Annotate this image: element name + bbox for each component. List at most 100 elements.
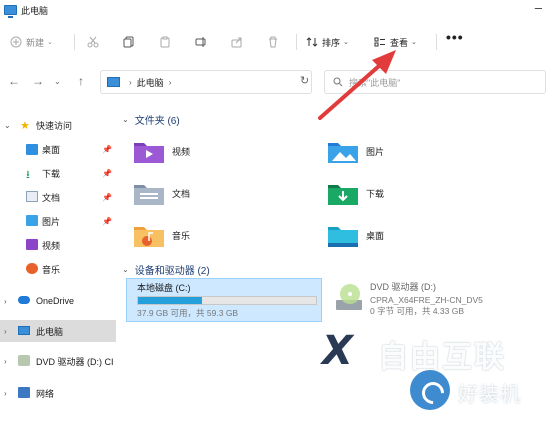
- folder-desktop[interactable]: 桌面: [326, 218, 506, 252]
- pin-icon[interactable]: 📌: [102, 193, 112, 202]
- search-input[interactable]: 搜索"此电脑": [324, 70, 546, 94]
- copy-button[interactable]: [118, 29, 140, 55]
- sidebar-item-desktop[interactable]: 桌面 📌: [0, 138, 116, 160]
- folder-videos[interactable]: 视频: [132, 134, 312, 168]
- sidebar-item-pictures[interactable]: 图片 📌: [0, 210, 116, 232]
- this-pc-icon: [4, 5, 17, 18]
- drive-name: 本地磁盘 (C:): [137, 283, 191, 293]
- view-list-icon: [374, 37, 385, 47]
- music-icon: [26, 263, 38, 274]
- music-folder-icon: [134, 227, 164, 247]
- forward-arrow-icon[interactable]: →: [32, 74, 44, 88]
- drive-name: DVD 驱动器 (D:): [370, 282, 436, 292]
- sort-button[interactable]: 排序 ⌄: [306, 29, 349, 55]
- pin-icon[interactable]: 📌: [102, 169, 112, 178]
- folder-pictures[interactable]: 图片: [326, 134, 506, 168]
- chevron-right-icon: ›: [168, 77, 172, 87]
- clipboard-icon: [160, 36, 170, 48]
- share-button[interactable]: [226, 29, 248, 55]
- sort-label: 排序: [322, 37, 341, 48]
- documents-folder-icon: [134, 185, 164, 205]
- navigation-bar: ← → ⌄ ↑ › 此电脑 › ↻ 搜索"此电脑": [0, 64, 548, 100]
- drive-info: DVD 驱动器 (D:) CPRA_X64FRE_ZH-CN_DV5 0 字节 …: [370, 280, 483, 317]
- more-options-button[interactable]: •••: [446, 29, 464, 45]
- sidebar-item-label: 网络: [36, 388, 55, 399]
- folder-label: 文档: [172, 188, 191, 199]
- sidebar-item-music[interactable]: 音乐: [0, 258, 116, 280]
- close-icon[interactable]: –: [535, 0, 542, 15]
- chevron-right-icon: ›: [129, 77, 132, 87]
- drive-usage-fill: [138, 297, 203, 304]
- drive-space-detail: 0 字节 可用，共 4.33 GB: [370, 306, 464, 316]
- title-bar: 此电脑 –: [0, 0, 548, 20]
- address-bar[interactable]: › 此电脑 ›: [100, 70, 312, 94]
- drives-group-header[interactable]: ⌄ 设备和驱动器 (2): [122, 262, 210, 277]
- file-view: ⌄ 文件夹 (6) 视频 图片 文档 下载 音乐 桌面 ⌄ 设备和驱动器 (2)…: [118, 100, 548, 422]
- sidebar-item-label: OneDrive: [36, 296, 75, 306]
- toolbar-divider: [74, 34, 75, 50]
- sidebar-item-network[interactable]: › 网络: [0, 382, 116, 404]
- refresh-icon[interactable]: ↻: [300, 74, 309, 87]
- new-button[interactable]: 新建 ⌄: [10, 29, 53, 55]
- videos-folder-icon: [134, 143, 164, 163]
- chevron-right-icon: ›: [4, 326, 7, 336]
- recent-dropdown-icon[interactable]: ⌄: [54, 77, 61, 86]
- view-button[interactable]: 查看 ⌄: [374, 29, 417, 55]
- toolbar-divider: [296, 34, 297, 50]
- share-icon: [231, 37, 242, 48]
- folder-label: 视频: [172, 146, 191, 157]
- chevron-down-icon: ⌄: [122, 115, 129, 124]
- sidebar-item-onedrive[interactable]: › OneDrive: [0, 290, 116, 312]
- sidebar-item-label: 下载: [42, 168, 61, 179]
- sidebar-item-label: 桌面: [42, 144, 61, 155]
- back-arrow-icon[interactable]: ←: [8, 74, 20, 88]
- drives-header-label: 设备和驱动器 (2): [134, 266, 210, 277]
- download-icon: ⭳: [26, 169, 30, 181]
- sidebar-item-quick-access[interactable]: ⌄ ★ 快速访问: [0, 114, 116, 136]
- folder-label: 下载: [366, 188, 385, 199]
- navigation-pane: ⌄ ★ 快速访问 桌面 📌 ⭳ 下载 📌 文档 📌 图片 📌 视频 音乐 › O…: [0, 110, 116, 422]
- pin-icon[interactable]: 📌: [102, 145, 112, 154]
- document-icon: [26, 191, 38, 202]
- chevron-down-icon: ⌄: [343, 39, 349, 46]
- sidebar-item-this-pc[interactable]: › 此电脑: [0, 320, 116, 342]
- folder-downloads[interactable]: 下载: [326, 176, 506, 210]
- copy-icon: [123, 36, 134, 48]
- chevron-right-icon: ›: [4, 356, 7, 366]
- drive-space-detail: 37.9 GB 可用，共 59.3 GB: [137, 308, 239, 318]
- drive-usage-bar: [137, 296, 317, 305]
- folders-group-header[interactable]: ⌄ 文件夹 (6): [122, 112, 180, 127]
- star-icon: ★: [20, 120, 30, 132]
- drive-local-c[interactable]: 本地磁盘 (C:) 37.9 GB 可用，共 59.3 GB: [126, 278, 322, 322]
- drive-dvd-d[interactable]: DVD 驱动器 (D:) CPRA_X64FRE_ZH-CN_DV5 0 字节 …: [330, 278, 540, 322]
- sidebar-item-videos[interactable]: 视频: [0, 234, 116, 256]
- paste-button[interactable]: [154, 29, 176, 55]
- search-placeholder: 搜索"此电脑": [349, 77, 401, 88]
- cut-button[interactable]: [82, 29, 104, 55]
- plus-circle-icon: [10, 36, 22, 48]
- folder-label: 图片: [366, 146, 385, 157]
- folder-documents[interactable]: 文档: [132, 176, 312, 210]
- sidebar-item-documents[interactable]: 文档 📌: [0, 186, 116, 208]
- folder-music[interactable]: 音乐: [132, 218, 312, 252]
- pictures-folder-icon: [328, 143, 358, 163]
- desktop-icon: [26, 144, 38, 155]
- up-arrow-icon[interactable]: ↑: [78, 74, 84, 88]
- downloads-folder-icon: [328, 185, 358, 205]
- folder-label: 桌面: [366, 230, 385, 241]
- rename-button[interactable]: [190, 29, 212, 55]
- toolbar-divider: [436, 34, 437, 50]
- sidebar-item-label: 音乐: [42, 264, 61, 275]
- drive-info: 本地磁盘 (C:) 37.9 GB 可用，共 59.3 GB: [137, 281, 317, 319]
- sidebar-item-downloads[interactable]: ⭳ 下载 📌: [0, 162, 116, 184]
- folder-label: 音乐: [172, 230, 191, 241]
- chevron-right-icon: ›: [4, 388, 7, 398]
- picture-icon: [26, 215, 38, 226]
- delete-button[interactable]: [262, 29, 284, 55]
- pin-icon[interactable]: 📌: [102, 217, 112, 226]
- drive-volume-label: CPRA_X64FRE_ZH-CN_DV5: [370, 295, 483, 305]
- chevron-down-icon: ⌄: [411, 39, 417, 46]
- rename-icon: [195, 37, 206, 47]
- sidebar-item-dvd[interactable]: › DVD 驱动器 (D:) CI: [0, 350, 116, 372]
- sidebar-item-label: 图片: [42, 216, 61, 227]
